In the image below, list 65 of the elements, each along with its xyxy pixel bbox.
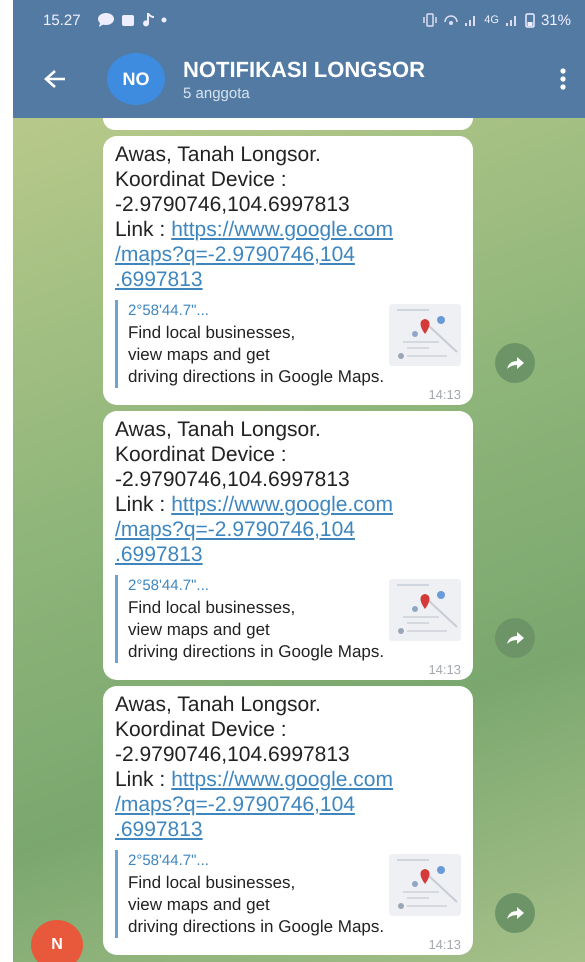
sender-avatar[interactable]: N xyxy=(31,920,83,962)
link-label: Link : xyxy=(115,767,166,792)
forward-button[interactable] xyxy=(495,618,535,658)
map-link[interactable]: /maps?q=-2.9790746,104 xyxy=(115,242,461,267)
message-text: Koordinat Device : xyxy=(115,442,288,467)
message-text: -2.9790746,104.6997813 xyxy=(115,192,351,217)
map-thumbnail-icon xyxy=(389,304,461,366)
message-text: Awas, Tanah Longsor. xyxy=(115,692,322,717)
link-preview[interactable]: 2°58'44.7"... Find local businesses, view maps and get driving directions in Google Maps. xyxy=(115,575,461,663)
preview-description: view maps and get xyxy=(128,619,271,641)
preview-description: view maps and get xyxy=(128,894,271,916)
preview-description: driving directions in Google Maps. xyxy=(128,916,386,938)
link-label: Link : xyxy=(115,492,166,517)
map-link[interactable]: https://www.google.com xyxy=(171,492,393,517)
map-link[interactable]: .6997813 xyxy=(115,542,461,567)
preview-description: Find local businesses, xyxy=(128,872,296,894)
preview-description: view maps and get xyxy=(128,344,271,366)
music-note-icon xyxy=(140,12,155,28)
map-link[interactable]: /maps?q=-2.9790746,104 xyxy=(115,517,461,542)
member-count: 5 anggota xyxy=(183,84,251,102)
chat-bubble-icon xyxy=(96,12,115,28)
share-arrow-icon xyxy=(505,355,525,371)
map-link[interactable]: .6997813 xyxy=(115,817,461,842)
status-time: 15.27 xyxy=(43,12,81,28)
map-thumbnail-icon xyxy=(389,854,461,916)
message-text: -2.9790746,104.6997813 xyxy=(115,742,351,767)
message-time: 14:13 xyxy=(428,663,461,676)
back-arrow-icon[interactable] xyxy=(43,68,67,90)
message-text: Koordinat Device : xyxy=(115,167,288,192)
network-type: 4G xyxy=(484,14,499,26)
map-link[interactable]: .6997813 xyxy=(115,267,461,292)
message-text: Awas, Tanah Longsor. xyxy=(115,417,322,442)
link-preview[interactable]: 2°58'44.7"... Find local businesses, view maps and get driving directions in Google Maps. xyxy=(115,300,461,388)
preview-description: Find local businesses, xyxy=(128,322,296,344)
more-options-icon[interactable] xyxy=(559,67,567,91)
message-text: Koordinat Device : xyxy=(115,717,288,742)
preview-title: 2°58'44.7"... xyxy=(128,301,210,321)
link-label: Link : xyxy=(115,217,166,242)
battery-icon xyxy=(524,12,535,28)
message-text: Awas, Tanah Longsor. xyxy=(115,142,322,167)
preview-title: 2°58'44.7"... xyxy=(128,576,210,596)
link-preview[interactable]: 2°58'44.7"... Find local businesses, view maps and get driving directions in Google Maps. xyxy=(115,850,461,938)
preview-description: Find local businesses, xyxy=(128,597,296,619)
share-arrow-icon xyxy=(505,630,525,646)
forward-button[interactable] xyxy=(495,343,535,383)
preview-description: driving directions in Google Maps. xyxy=(128,366,386,388)
app-icon xyxy=(120,13,135,27)
group-avatar[interactable]: NO xyxy=(107,53,165,105)
preview-description: driving directions in Google Maps. xyxy=(128,641,386,663)
vibrate-icon xyxy=(422,13,438,27)
map-thumbnail-icon xyxy=(389,579,461,641)
dot-icon xyxy=(160,17,167,23)
forward-button[interactable] xyxy=(495,893,535,933)
signal-icon xyxy=(504,13,519,27)
hotspot-icon xyxy=(444,14,458,26)
battery-level: 31% xyxy=(540,12,571,28)
message-text: -2.9790746,104.6997813 xyxy=(115,467,351,492)
map-link[interactable]: /maps?q=-2.9790746,104 xyxy=(115,792,461,817)
message-time: 14:13 xyxy=(428,938,461,951)
preview-title: 2°58'44.7"... xyxy=(128,851,210,871)
map-link[interactable]: https://www.google.com xyxy=(171,767,393,792)
map-link[interactable]: https://www.google.com xyxy=(171,217,393,242)
message-time: 14:13 xyxy=(428,388,461,401)
group-title[interactable]: NOTIFIKASI LONGSOR xyxy=(183,56,559,82)
share-arrow-icon xyxy=(505,905,525,921)
